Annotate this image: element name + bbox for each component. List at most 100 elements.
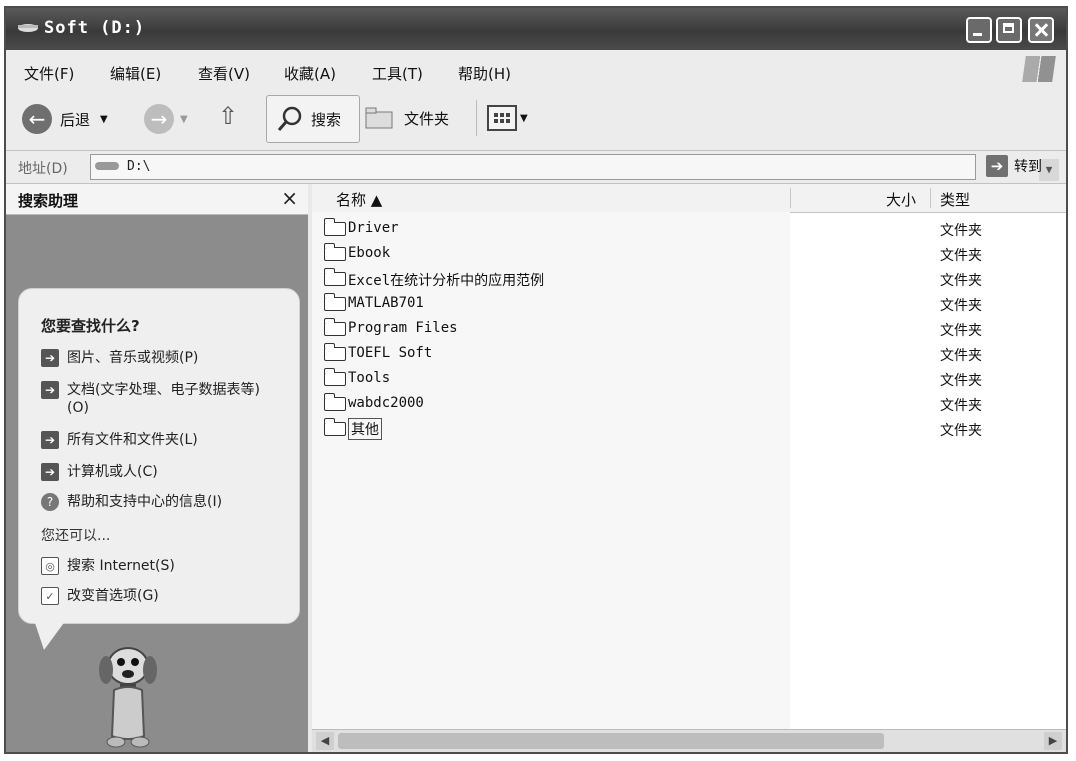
forward-arrow-icon: → [144,104,174,134]
search-option-help-center[interactable]: ? 帮助和支持中心的信息(I) [41,493,291,511]
scroll-thumb[interactable] [338,733,884,749]
change-preferences-option[interactable]: ✓ 改变首选项(G) [41,587,281,605]
chevron-down-icon[interactable]: ▼ [520,113,528,124]
search-dog-icon[interactable] [88,644,168,754]
search-option-label: 计算机或人(C) [67,464,158,480]
file-type: 文件夹 [940,273,982,289]
folder-icon [324,368,346,386]
file-type: 文件夹 [940,298,982,314]
title-bar[interactable]: Soft (D:) [6,8,1066,50]
close-button[interactable] [1028,17,1054,43]
minimize-button[interactable] [966,17,992,43]
explorer-window: Soft (D:) 文件(F) 编辑(E) 查看(V) 收藏(A) 工具(T) … [4,6,1068,754]
toolbar-separator [476,100,477,136]
folder-icon [324,218,346,236]
menu-file[interactable]: 文件(F) [24,63,74,84]
folders-icon [365,107,393,129]
search-button[interactable]: 搜索 [266,95,360,143]
column-separator[interactable] [930,188,931,208]
search-pane-title: 搜索助理 [18,192,79,210]
drive-icon [18,24,38,32]
windows-logo-icon [1022,56,1056,82]
file-name: wabdc2000 [348,395,424,411]
search-option-documents[interactable]: ➔ 文档(文字处理、电子数据表等)(O) [41,381,271,417]
close-icon[interactable]: × [281,186,298,210]
also-label: 您还可以... [41,528,111,544]
maximize-button[interactable] [996,17,1022,43]
address-label: 地址(D) [18,161,68,177]
preferences-icon: ✓ [41,587,59,605]
search-option-label: 图片、音乐或视频(P) [67,350,199,366]
scroll-right-icon[interactable]: ▶ [1044,732,1062,750]
address-value: D:\ [127,159,151,174]
search-option-media[interactable]: ➔ 图片、音乐或视频(P) [41,349,281,367]
column-header-type[interactable]: 类型 [940,189,970,210]
file-row[interactable]: Program Files 文件夹 [312,316,1066,341]
folders-label: 文件夹 [404,109,450,128]
folder-icon [324,418,346,436]
file-type: 文件夹 [940,423,982,439]
bubble-tail [34,620,66,650]
drive-icon [95,162,119,170]
search-option-label: 帮助和支持中心的信息(I) [67,494,223,510]
column-separator[interactable] [790,188,791,208]
file-name: Tools [348,370,391,386]
file-row[interactable]: Tools 文件夹 [312,366,1066,391]
menu-edit[interactable]: 编辑(E) [110,63,161,84]
file-name: Ebook [348,245,391,261]
file-list-pane: 名称 ▲ 大小 类型 Driver 文件夹 Ebook 文件夹 Excel在统计… [312,184,1066,752]
file-name: TOEFL Soft [348,345,433,361]
views-button[interactable]: ▼ [486,104,528,132]
file-row[interactable]: MATLAB701 文件夹 [312,291,1066,316]
file-type: 文件夹 [940,373,982,389]
menu-favorites[interactable]: 收藏(A) [284,63,336,84]
folder-icon [324,243,346,261]
file-row-selected[interactable]: 其他 文件夹 [312,416,1066,441]
menu-view[interactable]: 查看(V) [198,63,250,84]
file-type: 文件夹 [940,398,982,414]
file-name: Excel在统计分析中的应用范例 [348,273,545,289]
file-type: 文件夹 [940,323,982,339]
folders-button[interactable]: 文件夹 [364,104,449,132]
chevron-down-icon[interactable]: ▼ [100,114,108,125]
search-option-label: 搜索 Internet(S) [67,558,175,574]
search-internet-option[interactable]: ◎ 搜索 Internet(S) [41,557,281,575]
search-option-all-files[interactable]: ➔ 所有文件和文件夹(L) [41,431,281,449]
search-companion-pane: 搜索助理 × 您要查找什么? ➔ 图片、音乐或视频(P) ➔ 文档(文字处理、电… [6,184,308,752]
file-row[interactable]: Driver 文件夹 [312,216,1066,241]
go-button[interactable]: ➔ 转到 [986,155,1042,177]
folder-icon [324,343,346,361]
column-header-name[interactable]: 名称 ▲ [336,189,382,210]
go-arrow-icon: ➔ [986,155,1008,177]
toolbar: ← 后退 ▼ → ▼ ⇧ 搜索 文件夹 ▼ [6,90,1066,151]
address-dropdown-icon[interactable]: ▼ [1039,159,1059,181]
file-row[interactable]: wabdc2000 文件夹 [312,391,1066,416]
file-name: 其他 [348,418,382,440]
menu-tools[interactable]: 工具(T) [372,63,423,84]
arrow-right-icon: ➔ [41,349,59,367]
menu-bar: 文件(F) 编辑(E) 查看(V) 收藏(A) 工具(T) 帮助(H) [6,50,1066,91]
search-label: 搜索 [311,110,342,129]
file-row[interactable]: TOEFL Soft 文件夹 [312,341,1066,366]
arrow-right-icon: ➔ [41,381,59,399]
folder-icon [324,293,346,311]
address-input[interactable]: D:\ ▼ [90,154,1059,181]
column-header-size[interactable]: 大小 [886,189,916,210]
folder-icon [324,268,346,286]
up-arrow-icon: ⇧ [218,102,239,130]
menu-help[interactable]: 帮助(H) [458,63,511,84]
search-option-computers-people[interactable]: ➔ 计算机或人(C) [41,463,281,481]
forward-button[interactable]: → ▼ [144,104,188,134]
column-header-row: 名称 ▲ 大小 类型 [312,184,1066,213]
chevron-down-icon[interactable]: ▼ [180,114,188,125]
horizontal-scrollbar[interactable]: ◀ ▶ [312,729,1066,752]
file-row[interactable]: Excel在统计分析中的应用范例 文件夹 [312,266,1066,291]
up-folder-button[interactable]: ⇧ [218,102,238,130]
file-row[interactable]: Ebook 文件夹 [312,241,1066,266]
file-type: 文件夹 [940,248,982,264]
back-button[interactable]: ← 后退 ▼ [22,104,108,134]
file-name: Program Files [348,320,458,336]
globe-search-icon: ◎ [41,557,59,575]
back-arrow-icon: ← [22,104,52,134]
scroll-left-icon[interactable]: ◀ [316,732,334,750]
